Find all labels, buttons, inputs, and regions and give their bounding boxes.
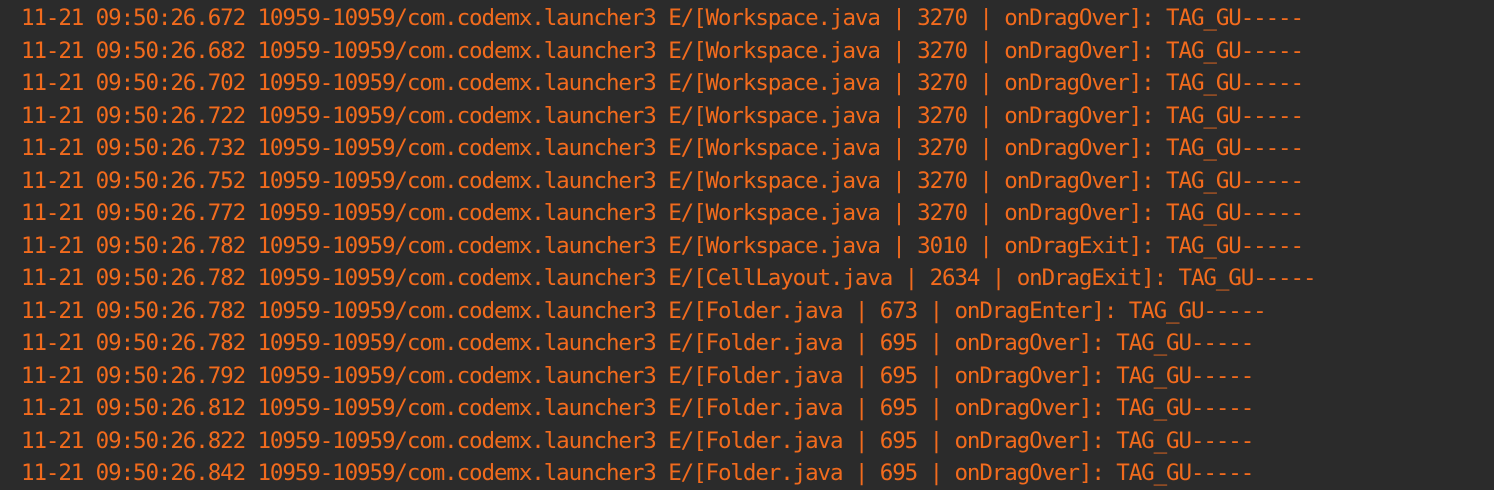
log-line: 11-21 09:50:26.792 10959-10959/com.codem… (21, 362, 1254, 389)
log-line: 11-21 09:50:26.782 10959-10959/com.codem… (21, 330, 1254, 356)
log-line: 11-21 09:50:26.732 10959-10959/com.codem… (21, 135, 1304, 161)
log-line: 11-21 09:50:26.782 10959-10959/com.codem… (21, 232, 1304, 259)
log-console[interactable]: 11-21 09:50:26.672 10959-10959/com.codem… (0, 0, 1494, 490)
log-line: 11-21 09:50:26.752 10959-10959/com.codem… (21, 167, 1304, 194)
log-line: 11-21 09:50:26.782 10959-10959/com.codem… (21, 297, 1267, 324)
log-line: 11-21 09:50:26.722 10959-10959/com.codem… (21, 102, 1304, 129)
log-line: 11-21 09:50:26.702 10959-10959/com.codem… (21, 70, 1304, 96)
log-line: 11-21 09:50:26.682 10959-10959/com.codem… (21, 37, 1304, 64)
log-line: 11-21 09:50:26.812 10959-10959/com.codem… (21, 395, 1254, 421)
log-line: 11-21 09:50:26.822 10959-10959/com.codem… (21, 427, 1254, 454)
log-line: 11-21 09:50:26.842 10959-10959/com.codem… (21, 460, 1254, 486)
log-line: 11-21 09:50:26.772 10959-10959/com.codem… (21, 200, 1304, 226)
log-line: 11-21 09:50:26.782 10959-10959/com.codem… (21, 265, 1317, 291)
log-line: 11-21 09:50:26.672 10959-10959/com.codem… (21, 5, 1304, 31)
